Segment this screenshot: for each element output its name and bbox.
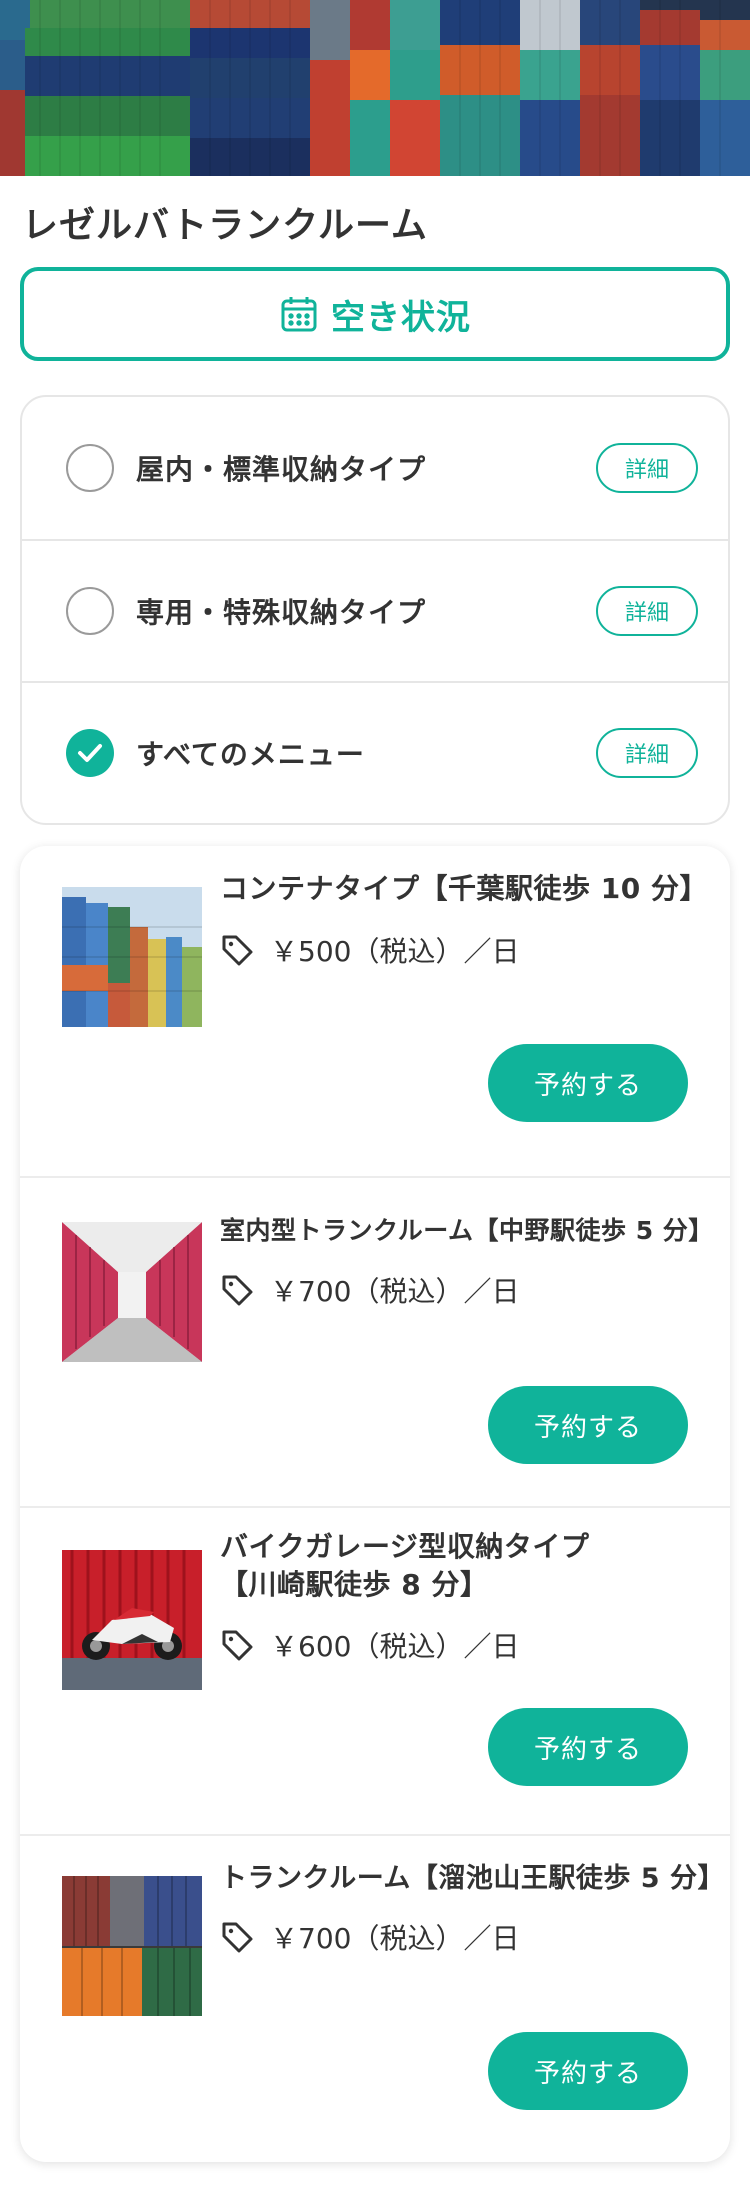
availability-button-label: 空き状況 [331,297,471,338]
list-item: 室内型トランクルーム【中野駅徒歩 5 分】 ￥700（税込）／日 予約する [20,1176,730,1506]
detail-button[interactable]: 詳細 [596,728,698,778]
calendar-icon [279,294,319,334]
listing-title: トランクルーム【溜池山王駅徒歩 5 分】 [220,1863,725,1894]
reserve-button[interactable]: 予約する [488,2032,688,2110]
reserve-button[interactable]: 予約する [488,1386,688,1464]
price-row: ￥700（税込）／日 [220,1270,519,1310]
container-doors-photo [62,1876,202,2016]
hero-container-image [0,0,750,176]
price-row: ￥600（税込）／日 [220,1625,519,1665]
detail-button[interactable]: 詳細 [596,443,698,493]
price-tag-icon [220,1273,254,1307]
listing-title: 室内型トランクルーム【中野駅徒歩 5 分】 [220,1216,714,1245]
listing-list: コンテナタイプ【千葉駅徒歩 10 分】 ￥500（税込）／日 予約する 室内型ト… [20,846,730,2162]
list-item: バイクガレージ型収納タイプ 【川崎駅徒歩 8 分】 ￥600（税込）／日 予約す… [20,1506,730,1834]
filter-option-dedicated-special[interactable]: 専用・特殊収納タイプ 詳細 [22,539,728,681]
listing-price: ￥600（税込）／日 [270,1630,520,1663]
listing-title: バイクガレージ型収納タイプ 【川崎駅徒歩 8 分】 [220,1528,589,1604]
listing-title-line1: バイクガレージ型収納タイプ [220,1530,590,1563]
filter-option-all-menu[interactable]: すべてのメニュー 詳細 [22,681,728,823]
filter-label: すべてのメニュー [136,738,365,771]
listing-price: ￥500（税込）／日 [270,935,520,968]
filter-label: 屋内・標準収納タイプ [136,453,427,486]
list-item: コンテナタイプ【千葉駅徒歩 10 分】 ￥500（税込）／日 予約する [20,846,730,1176]
listing-title-line2: 【川崎駅徒歩 8 分】 [220,1568,489,1601]
availability-button[interactable]: 空き状況 [20,267,730,361]
reserve-button[interactable]: 予約する [488,1708,688,1786]
filter-label: 専用・特殊収納タイプ [136,596,427,629]
price-tag-icon [220,1628,254,1662]
page-title: レゼルバトランクルーム [22,205,428,246]
listing-price: ￥700（税込）／日 [270,1922,520,1955]
price-row: ￥700（税込）／日 [220,1917,519,1957]
reserve-button[interactable]: 予約する [488,1044,688,1122]
price-row: ￥500（税込）／日 [220,930,519,970]
listing-title: コンテナタイプ【千葉駅徒歩 10 分】 [220,872,708,905]
detail-button[interactable]: 詳細 [596,586,698,636]
indoor-storage-corridor-photo [62,1222,202,1362]
price-tag-icon [220,933,254,967]
price-tag-icon [220,1920,254,1954]
radio-checked[interactable] [66,729,114,777]
category-filter-list: 屋内・標準収納タイプ 詳細 専用・特殊収納タイプ 詳細 すべてのメニュー 詳細 [20,395,730,825]
list-item: トランクルーム【溜池山王駅徒歩 5 分】 ￥700（税込）／日 予約する [20,1834,730,2162]
filter-option-indoor-standard[interactable]: 屋内・標準収納タイプ 詳細 [22,397,728,539]
radio-unchecked[interactable] [66,444,114,492]
check-icon [78,744,102,762]
motorcycle-garage-photo [62,1550,202,1690]
listing-price: ￥700（税込）／日 [270,1275,520,1308]
stacked-containers-photo [62,887,202,1027]
radio-unchecked[interactable] [66,587,114,635]
